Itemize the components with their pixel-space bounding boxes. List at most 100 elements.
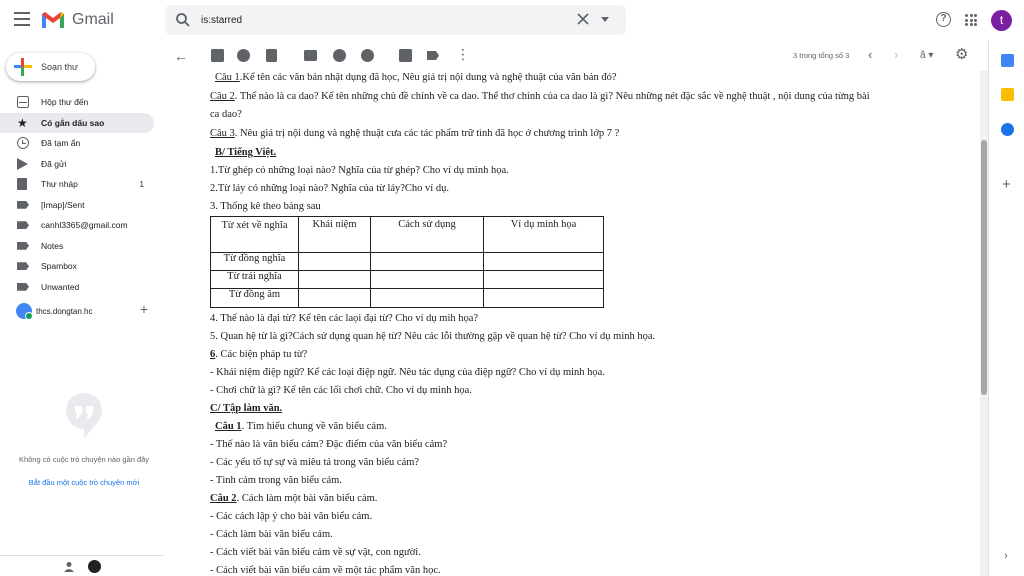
doc-line: 2.Từ láy có những loại nào? Nghĩa của từ… — [210, 183, 449, 194]
sidebar-item-label: [Imap]/Sent — [41, 199, 85, 210]
search-bar[interactable] — [165, 5, 626, 35]
table-header: Cách sử dụng — [370, 216, 484, 253]
doc-line: 6. Các biện pháp tu từ? — [210, 349, 308, 360]
sidebar-item-label: canhl3365@gmail.com — [41, 220, 128, 231]
doc-line: - Cách làm bài văn biểu cảm. — [210, 529, 333, 540]
tasks-icon[interactable] — [1001, 123, 1014, 136]
table-header: Khái niệm — [298, 216, 371, 253]
get-addons-icon[interactable]: + — [1002, 177, 1011, 192]
label-icon — [17, 240, 29, 252]
doc-line: Câu 3. Nêu giá trị nội dung và nghệ thuậ… — [210, 128, 620, 139]
doc-heading: B/ Tiếng Việt. — [215, 147, 277, 158]
search-input[interactable] — [201, 11, 571, 29]
table-cell: Từ trái nghĩa — [210, 270, 299, 289]
sidebar-bottom-bar — [0, 555, 164, 576]
doc-line: - Thế nào là văn biểu cảm? Đặc điểm của … — [210, 439, 448, 450]
doc-line: - Cách viết bài văn biểu cảm về sự vật, … — [210, 547, 421, 558]
sidebar-item-drafts[interactable]: Thư nháp 1 — [0, 174, 154, 195]
sidebar-item-snoozed[interactable]: Đã tạm ẩn — [0, 133, 154, 154]
clock-icon — [17, 137, 29, 150]
keep-icon[interactable] — [1001, 88, 1014, 101]
compose-button[interactable]: Soạn thư — [6, 53, 95, 81]
mark-unread-icon[interactable] — [304, 50, 317, 61]
table-row: Từ trái nghĩa — [210, 270, 604, 289]
add-to-tasks-icon[interactable] — [361, 49, 374, 62]
doc-line: - Khái niệm điệp ngữ? Kể các loại điệp n… — [210, 367, 605, 378]
doc-line: 4. Thế nào là đại từ? Kể tên các laọi đạ… — [210, 313, 479, 324]
hangouts-icon[interactable] — [88, 560, 101, 573]
doc-line: - Tình cảm trong văn biểu cảm. — [210, 475, 342, 486]
sidebar-item-canhl3365[interactable]: canhl3365@gmail.com — [0, 215, 154, 236]
older-icon[interactable]: › — [894, 47, 898, 62]
help-icon[interactable]: ? — [936, 12, 951, 27]
doc-line: 3. Thống kê theo bảng sau — [210, 201, 321, 212]
doc-line: - Chơi chữ là gì? Kể tên các lối chơi ch… — [210, 385, 472, 396]
sidebar-item-spambox[interactable]: Spambox — [0, 256, 154, 277]
table-header: Ví dụ minh họa — [483, 216, 604, 253]
sidebar-item-notes[interactable]: Notes — [0, 236, 154, 257]
start-chat-link[interactable]: Bắt đầu một cuộc trò chuyện mới — [14, 478, 154, 487]
sidebar-item-imap-sent[interactable]: [Imap]/Sent — [0, 195, 154, 216]
gmail-logo[interactable]: Gmail — [40, 10, 114, 30]
send-icon — [17, 157, 29, 170]
table-header: Từ xét về nghĩa — [210, 216, 299, 253]
message-toolbar: ← ⋮ 3 trong tổng số 3 ‹ › ǎ ▾ ⚙ — [164, 41, 980, 71]
draft-icon — [17, 178, 29, 191]
doc-line: Câu 2. Thế nào là ca dao? Kể tên những c… — [210, 91, 870, 102]
sidebar-item-label: Có gắn dấu sao — [41, 117, 105, 128]
doc-line: ca dao? — [210, 109, 242, 120]
sidebar-item-label: Hộp thư đến — [41, 97, 89, 108]
newer-icon[interactable]: ‹ — [868, 47, 872, 62]
input-tools-icon[interactable]: ǎ ▾ — [920, 50, 933, 61]
classification-table: Từ xét về nghĩa Khái niệm Cách sử dụng V… — [210, 216, 604, 308]
apps-grid-icon[interactable] — [965, 14, 977, 26]
report-spam-icon[interactable] — [237, 49, 250, 62]
main-menu-icon[interactable] — [14, 12, 30, 26]
more-options-icon[interactable]: ⋮ — [456, 47, 470, 61]
contacts-icon[interactable] — [63, 561, 75, 573]
star-icon: ★ — [17, 115, 28, 130]
pager-text: 3 trong tổng số 3 — [793, 51, 850, 60]
doc-line: 5. Quan hệ từ là gì?Cách sử dụng quan hệ… — [210, 331, 656, 342]
delete-icon[interactable] — [266, 49, 277, 62]
sidebar-item-sent[interactable]: Đã gửi — [0, 154, 154, 175]
settings-gear-icon[interactable]: ⚙ — [955, 47, 968, 62]
sidebar-item-label: Đã gửi — [41, 158, 67, 169]
add-chat-icon[interactable]: + — [140, 301, 148, 317]
doc-heading: C/ Tập làm văn. — [210, 403, 283, 414]
search-icon[interactable] — [175, 12, 191, 28]
expand-panel-icon[interactable]: › — [1004, 550, 1008, 562]
doc-line: - Cách viết bài văn biểu cảm về một tác … — [210, 565, 441, 576]
search-options-icon[interactable] — [601, 17, 609, 22]
doc-line: Câu 1.Kể tên các văn bản nhật dụng đã họ… — [215, 72, 617, 83]
back-arrow-icon[interactable]: ← — [174, 49, 188, 63]
hangouts-empty-text: Không có cuộc trò chuyện nào gần đây — [18, 455, 150, 464]
sidebar-item-label: Notes — [41, 240, 64, 251]
table-row: Từ đồng âm — [210, 288, 604, 308]
nav-list: Hộp thư đến ★ Có gắn dấu sao Đã tạm ẩn Đ… — [0, 92, 164, 297]
hangouts-user[interactable]: thcs.dongtan.hc + — [16, 301, 156, 320]
calendar-icon[interactable] — [1001, 54, 1014, 67]
sidebar-item-starred[interactable]: ★ Có gắn dấu sao — [0, 112, 154, 133]
inbox-icon — [17, 96, 29, 109]
sidebar-item-inbox[interactable]: Hộp thư đến — [0, 92, 154, 113]
sidebar: Soạn thư Hộp thư đến ★ Có gắn dấu sao Đã… — [0, 41, 164, 576]
scrollbar-thumb[interactable] — [981, 140, 987, 395]
app-name: Gmail — [72, 11, 114, 28]
move-to-icon[interactable] — [399, 49, 412, 62]
sidebar-item-unwanted[interactable]: Unwanted — [0, 277, 154, 298]
compose-label: Soạn thư — [41, 62, 79, 72]
labels-icon[interactable] — [427, 51, 439, 60]
doc-line: Câu 1. Tìm hiểu chung về văn biểu cảm. — [215, 421, 387, 432]
hangouts-avatar — [16, 303, 33, 320]
message-body: Câu 1.Kể tên các văn bản nhật dụng đã họ… — [164, 71, 980, 576]
snooze-icon[interactable] — [333, 49, 346, 62]
label-icon — [17, 219, 29, 231]
label-icon — [17, 281, 29, 293]
sidebar-item-label: Đã tạm ẩn — [41, 138, 81, 149]
clear-search-icon[interactable] — [576, 12, 590, 26]
account-avatar[interactable]: t — [991, 10, 1012, 31]
gmail-m-icon — [42, 12, 64, 28]
archive-icon[interactable] — [211, 49, 224, 62]
label-icon — [17, 199, 29, 211]
